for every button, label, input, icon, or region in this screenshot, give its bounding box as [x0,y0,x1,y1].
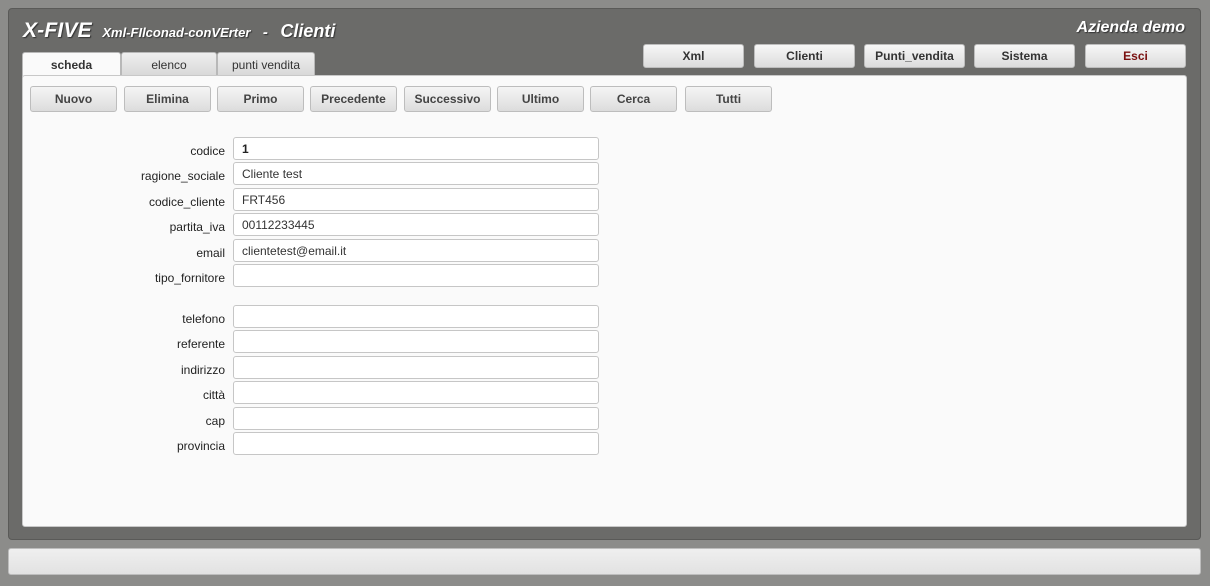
primo-button[interactable]: Primo [217,86,304,112]
field-row-ragione-sociale: ragione_sociale [23,162,623,185]
field-row-citta: città [23,381,623,404]
app-frame: X-FIVE Xml-FIlconad-conVErter - Clienti … [8,8,1201,540]
email-label: email [196,246,225,260]
tab-elenco[interactable]: elenco [121,52,217,76]
codice-cliente-input[interactable] [233,188,599,211]
partita-iva-input[interactable] [233,213,599,236]
successivo-button[interactable]: Successivo [404,86,491,112]
app-subtitle: Xml-FIlconad-conVErter [102,25,251,40]
tab-punti-vendita[interactable]: punti vendita [217,52,315,76]
company-name: Azienda demo [1076,19,1185,36]
email-input[interactable] [233,239,599,262]
partita-iva-label: partita_iva [169,220,225,234]
section-title: Clienti [280,21,336,41]
nav-xml-button[interactable]: Xml [643,44,744,68]
indirizzo-label: indirizzo [180,363,225,377]
cap-label: cap [205,414,225,428]
nav-clienti-button[interactable]: Clienti [754,44,855,68]
field-row-referente: referente [23,330,623,353]
ragione-sociale-label: ragione_sociale [140,169,225,183]
status-bar [8,548,1201,575]
app-title: X-FIVE Xml-FIlconad-conVErter - Clienti [23,19,335,43]
nav-punti-vendita-button[interactable]: Punti_vendita [864,44,965,68]
elimina-button[interactable]: Elimina [124,86,211,112]
cap-input[interactable] [233,407,599,430]
field-row-indirizzo: indirizzo [23,356,623,379]
title-separator: - [262,24,268,41]
provincia-label: provincia [176,439,225,453]
referente-label: referente [176,337,225,351]
provincia-input[interactable] [233,432,599,455]
field-row-cap: cap [23,407,623,430]
tutti-button[interactable]: Tutti [685,86,772,112]
nav-esci-button[interactable]: Esci [1085,44,1186,68]
precedente-button[interactable]: Precedente [310,86,397,112]
field-row-codice-cliente: codice_cliente [23,188,623,211]
nuovo-button[interactable]: Nuovo [30,86,117,112]
field-row-tipo-fornitore: tipo_fornitore [23,264,623,287]
tipo-fornitore-label: tipo_fornitore [154,271,225,285]
record-panel: Nuovo Elimina Primo Precedente Successiv… [22,75,1187,527]
nav-sistema-button[interactable]: Sistema [974,44,1075,68]
indirizzo-input[interactable] [233,356,599,379]
brand-name: X-FIVE [23,19,92,42]
cerca-button[interactable]: Cerca [590,86,677,112]
codice-cliente-label: codice_cliente [148,195,225,209]
ultimo-button[interactable]: Ultimo [497,86,584,112]
citta-input[interactable] [233,381,599,404]
tipo-fornitore-input[interactable] [233,264,599,287]
field-row-partita-iva: partita_iva [23,213,623,236]
tab-scheda[interactable]: scheda [22,52,121,77]
window-background: X-FIVE Xml-FIlconad-conVErter - Clienti … [0,0,1210,586]
field-row-telefono: telefono [23,305,623,328]
codice-input[interactable] [233,137,599,160]
ragione-sociale-input[interactable] [233,162,599,185]
telefono-input[interactable] [233,305,599,328]
field-row-email: email [23,239,623,262]
citta-label: città [202,388,225,402]
telefono-label: telefono [182,312,225,326]
referente-input[interactable] [233,330,599,353]
field-row-provincia: provincia [23,432,623,455]
field-row-codice: codice [23,137,623,160]
codice-label: codice [190,144,225,158]
